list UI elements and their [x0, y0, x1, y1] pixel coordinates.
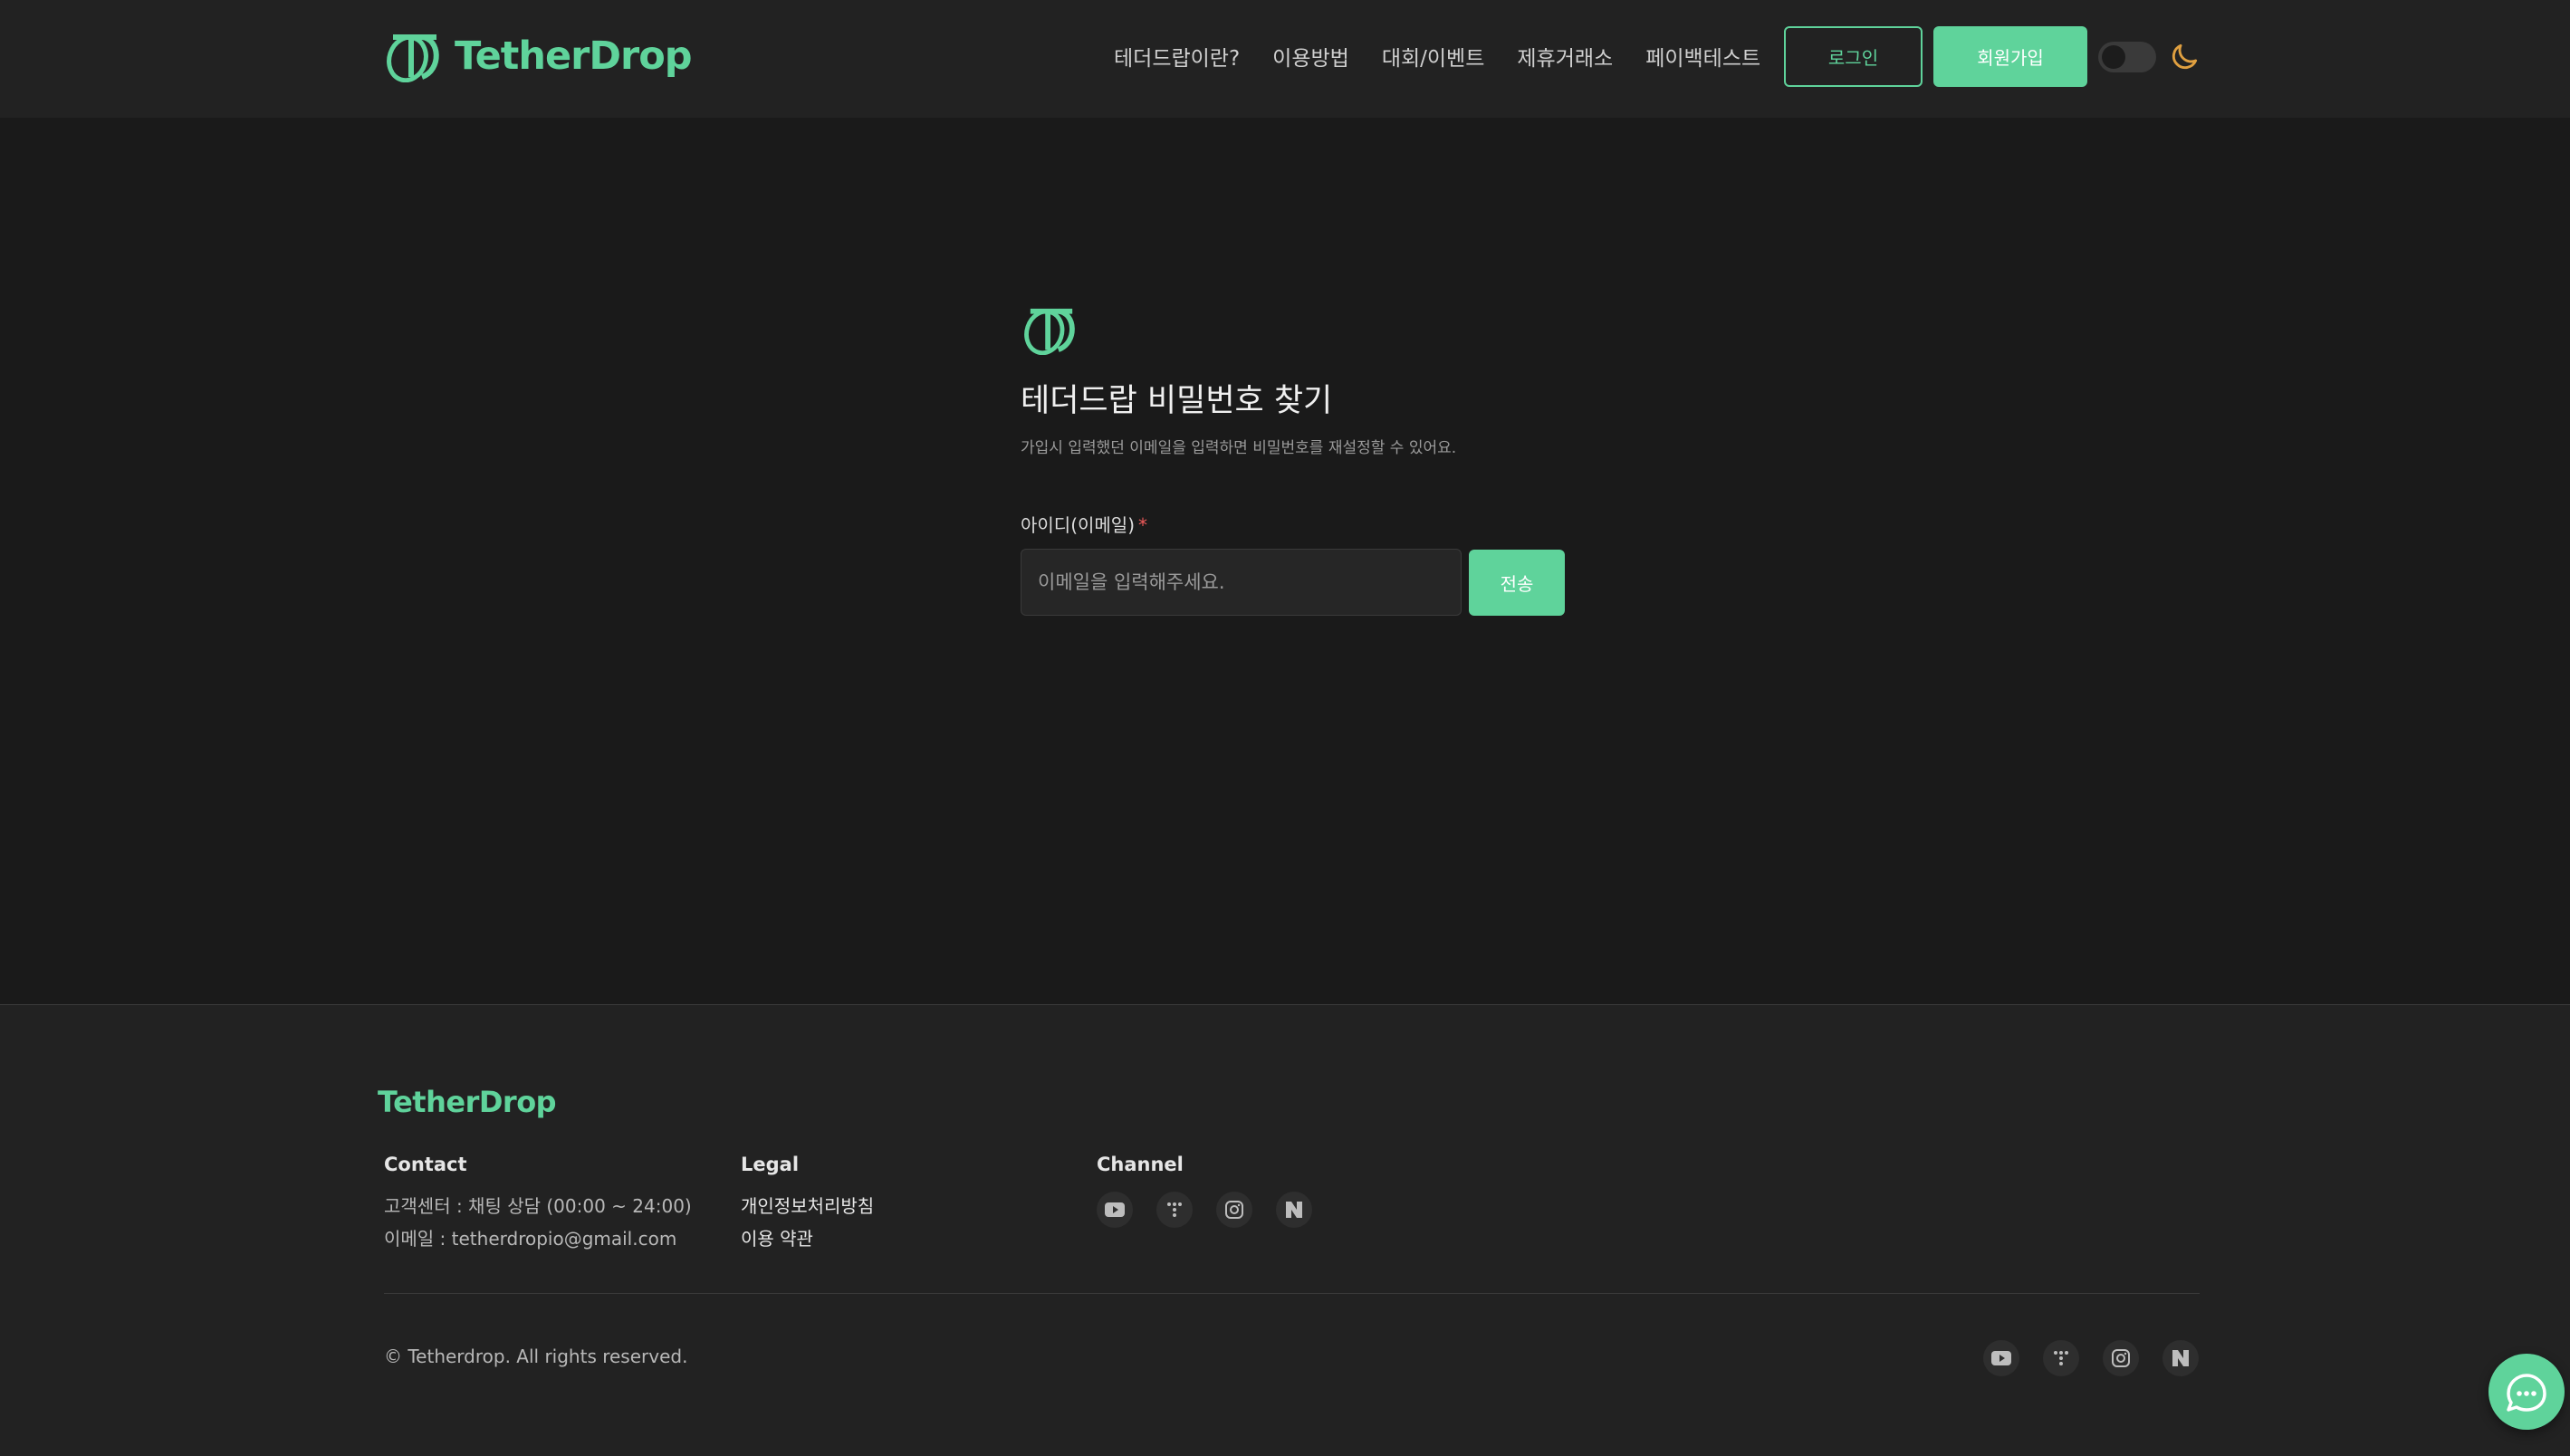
nav-item-about[interactable]: 테더드랍이란?	[1114, 41, 1240, 72]
privacy-link[interactable]: 개인정보처리방침	[741, 1192, 874, 1218]
footer-brand: TetherDrop	[378, 1085, 557, 1119]
brand-name: TetherDrop	[455, 34, 693, 79]
site-footer: TetherDrop Contact 고객센터 : 채팅 상담 (00:00 ~…	[0, 1004, 2570, 1456]
main-nav: 테더드랍이란? 이용방법 대회/이벤트 제휴거래소 페이백테스트	[1114, 36, 1760, 76]
page-title: 테더드랍 비밀번호 찾기	[1021, 383, 1333, 419]
footer-divider	[384, 1293, 2200, 1294]
theme-toggle[interactable]	[2098, 42, 2156, 72]
legal-title: Legal	[741, 1154, 800, 1175]
dots-icon[interactable]	[1156, 1192, 1193, 1228]
contact-title: Contact	[384, 1154, 467, 1175]
toggle-knob	[2102, 45, 2125, 69]
email-input[interactable]	[1021, 549, 1462, 616]
contact-email: 이메일 : tetherdropio@gmail.com	[384, 1228, 677, 1250]
nav-item-partners[interactable]: 제휴거래소	[1517, 41, 1613, 72]
nav-item-howto[interactable]: 이용방법	[1272, 41, 1349, 72]
required-mark: *	[1138, 514, 1148, 536]
nav-item-events[interactable]: 대회/이벤트	[1382, 41, 1485, 72]
send-button[interactable]: 전송	[1469, 550, 1565, 616]
youtube-icon[interactable]	[1983, 1340, 2019, 1376]
channel-title: Channel	[1097, 1154, 1184, 1175]
email-label-text: 아이디(이메일)	[1021, 514, 1136, 536]
signup-button[interactable]: 회원가입	[1933, 26, 2087, 87]
youtube-icon[interactable]	[1097, 1192, 1133, 1228]
moon-icon[interactable]	[2167, 40, 2201, 74]
tetherdrop-logo-icon	[387, 34, 439, 82]
instagram-icon[interactable]	[1216, 1192, 1252, 1228]
terms-link[interactable]: 이용 약관	[741, 1224, 813, 1250]
email-field-label: 아이디(이메일) *	[1021, 511, 1147, 537]
tetherdrop-logo-icon	[1024, 308, 1075, 355]
nav-item-payback[interactable]: 페이백테스트	[1645, 41, 1760, 72]
login-button[interactable]: 로그인	[1784, 26, 1923, 87]
naver-icon[interactable]	[2162, 1340, 2199, 1376]
page-subtitle: 가입시 입력했던 이메일을 입력하면 비밀번호를 재설정할 수 있어요.	[1021, 439, 1457, 457]
site-header: TetherDrop 테더드랍이란? 이용방법 대회/이벤트 제휴거래소 페이백…	[0, 0, 2570, 118]
dots-icon[interactable]	[2043, 1340, 2079, 1376]
brand-logo[interactable]: TetherDrop	[384, 29, 693, 83]
copyright: © Tetherdrop. All rights reserved.	[384, 1346, 688, 1367]
naver-icon[interactable]	[1276, 1192, 1312, 1228]
instagram-icon[interactable]	[2103, 1340, 2139, 1376]
contact-support: 고객센터 : 채팅 상담 (00:00 ~ 24:00)	[384, 1195, 692, 1217]
chat-bubble-icon	[2507, 1374, 2546, 1412]
chat-button[interactable]	[2488, 1354, 2565, 1430]
